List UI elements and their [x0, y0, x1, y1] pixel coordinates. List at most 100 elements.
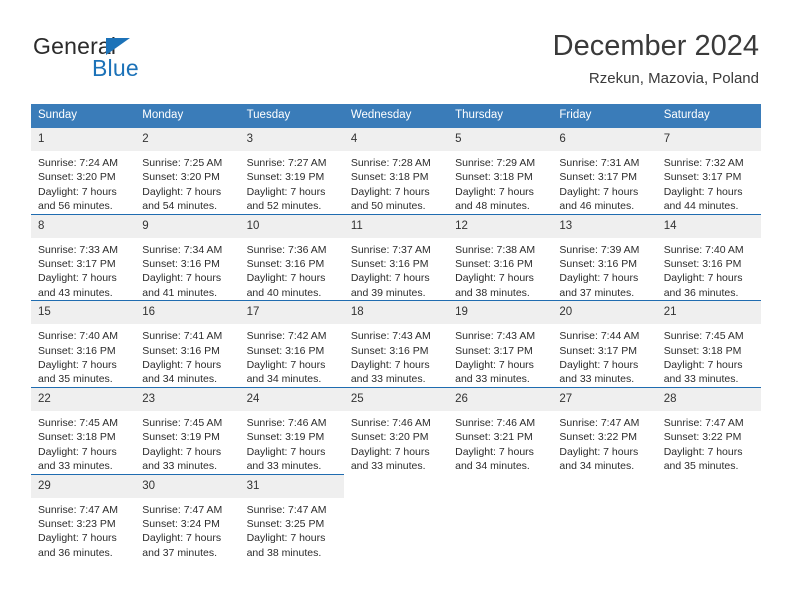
sunrise-text: Sunrise: 7:33 AM: [38, 243, 118, 256]
calendar-day-cell[interactable]: 6 Sunrise: 7:31 AM Sunset: 3:17 PM Daylight…: [552, 128, 657, 214]
day-number: 22: [31, 387, 136, 411]
calendar-day-cell[interactable]: 18 Sunrise: 7:43 AM Sunset: 3:16 PM Dayligh…: [343, 300, 449, 388]
sunset-text: Sunset: 3:21 PM: [455, 431, 533, 444]
sunset-text: Sunset: 3:20 PM: [350, 431, 429, 444]
daylight-text-line2: and 36 minutes.: [663, 286, 739, 299]
day-detail: Sunrise: 7:31 AM Sunset: 3:17 PM Daylight:…: [552, 151, 656, 214]
sunset-text: Sunset: 3:16 PM: [455, 258, 533, 271]
day-detail: Sunrise: 7:38 AM Sunset: 3:16 PM Daylight:…: [448, 238, 552, 301]
brand-logo[interactable]: General Blue: [33, 34, 273, 84]
daylight-text-line2: and 33 minutes.: [455, 373, 530, 386]
calendar-day-cell[interactable]: 9 Sunrise: 7:34 AM Sunset: 3:16 PM Daylight…: [135, 213, 240, 301]
daylight-text-line2: and 34 minutes.: [455, 460, 530, 473]
calendar-day-cell[interactable]: 21 Sunrise: 7:45 AM Sunset: 3:18 PM Dayligh…: [656, 300, 761, 388]
daylight-text-line1: Daylight: 7 hours: [246, 359, 326, 372]
calendar-day-cell[interactable]: 11 Sunrise: 7:37 AM Sunset: 3:16 PM Dayligh…: [343, 213, 449, 301]
calendar-day-cell[interactable]: 23 Sunrise: 7:45 AM Sunset: 3:19 PM Dayligh…: [135, 386, 240, 474]
day-number: 29: [31, 474, 136, 498]
sunset-text: Sunset: 3:17 PM: [559, 344, 638, 357]
calendar-table: Sunday Monday Tuesday Wednesday Thursday…: [31, 104, 761, 561]
calendar-page: General Blue December 2024 Rzekun, Mazov…: [0, 0, 792, 612]
calendar-day-cell[interactable]: 24 Sunrise: 7:46 AM Sunset: 3:19 PM Dayligh…: [239, 386, 344, 474]
sunset-text: Sunset: 3:18 PM: [455, 171, 533, 184]
calendar-day-cell[interactable]: 22 Sunrise: 7:45 AM Sunset: 3:18 PM Dayligh…: [31, 386, 136, 474]
weekday-header-thursday: Thursday: [448, 104, 553, 128]
sunrise-text: Sunrise: 7:40 AM: [663, 243, 744, 256]
day-number: 14: [656, 214, 761, 238]
day-number: 7: [656, 128, 761, 151]
calendar-day-cell[interactable]: 1 Sunrise: 7:24 AM Sunset: 3:20 PM Daylight…: [31, 128, 136, 214]
calendar-day-cell[interactable]: 3 Sunrise: 7:27 AM Sunset: 3:19 PM Daylight…: [239, 128, 344, 214]
sunset-text: Sunset: 3:18 PM: [38, 431, 116, 444]
daylight-text-line2: and 33 minutes.: [350, 460, 426, 473]
day-number: 3: [239, 128, 344, 151]
calendar-day-cell[interactable]: 20 Sunrise: 7:44 AM Sunset: 3:17 PM Dayligh…: [552, 300, 657, 388]
sunset-text: Sunset: 3:16 PM: [350, 344, 429, 357]
weekday-header-monday: Monday: [135, 104, 240, 128]
day-number: 19: [448, 301, 553, 325]
calendar-day-cell[interactable]: 16 Sunrise: 7:41 AM Sunset: 3:16 PM Dayligh…: [135, 300, 240, 388]
daylight-text-line1: Daylight: 7 hours: [38, 445, 117, 458]
calendar-day-cell-empty: [344, 474, 448, 560]
calendar-day-cell[interactable]: 27 Sunrise: 7:47 AM Sunset: 3:22 PM Dayligh…: [552, 386, 657, 474]
sunrise-text: Sunrise: 7:25 AM: [142, 157, 223, 169]
sunset-text: Sunset: 3:18 PM: [350, 171, 429, 184]
calendar-day-cell[interactable]: 5 Sunrise: 7:29 AM Sunset: 3:18 PM Daylight…: [448, 128, 553, 214]
sunrise-text: Sunrise: 7:47 AM: [142, 503, 223, 516]
weekday-header-saturday: Saturday: [656, 104, 761, 128]
calendar-header-row: Sunday Monday Tuesday Wednesday Thursday…: [31, 104, 761, 128]
calendar-day-cell[interactable]: 19 Sunrise: 7:43 AM Sunset: 3:17 PM Dayligh…: [448, 300, 553, 388]
daylight-text-line2: and 40 minutes.: [246, 286, 322, 299]
day-detail: Sunrise: 7:45 AM Sunset: 3:19 PM Daylight:…: [135, 411, 239, 474]
sunset-text: Sunset: 3:16 PM: [142, 258, 220, 271]
daylight-text-line1: Daylight: 7 hours: [38, 532, 117, 545]
sunrise-text: Sunrise: 7:46 AM: [350, 416, 431, 429]
sunset-text: Sunset: 3:16 PM: [350, 258, 429, 271]
calendar-day-cell[interactable]: 4 Sunrise: 7:28 AM Sunset: 3:18 PM Daylight…: [343, 128, 449, 214]
calendar-day-cell[interactable]: 13 Sunrise: 7:39 AM Sunset: 3:16 PM Dayligh…: [552, 213, 657, 301]
day-number: 30: [135, 474, 240, 498]
day-detail: Sunrise: 7:42 AM Sunset: 3:16 PM Daylight:…: [240, 324, 344, 387]
day-detail: Sunrise: 7:34 AM Sunset: 3:16 PM Daylight:…: [135, 238, 239, 301]
day-number: 5: [448, 128, 553, 151]
calendar-day-cell[interactable]: 14 Sunrise: 7:40 AM Sunset: 3:16 PM Dayligh…: [656, 213, 761, 301]
calendar-day-cell[interactable]: 8 Sunrise: 7:33 AM Sunset: 3:17 PM Daylight…: [31, 213, 136, 301]
calendar-day-cell[interactable]: 26 Sunrise: 7:46 AM Sunset: 3:21 PM Dayligh…: [448, 386, 553, 474]
day-detail: Sunrise: 7:32 AM Sunset: 3:17 PM Daylight:…: [657, 151, 761, 214]
calendar-day-cell[interactable]: 28 Sunrise: 7:47 AM Sunset: 3:22 PM Dayligh…: [656, 386, 761, 474]
calendar-day-cell[interactable]: 25 Sunrise: 7:46 AM Sunset: 3:20 PM Dayligh…: [343, 386, 449, 474]
sunrise-text: Sunrise: 7:36 AM: [246, 243, 327, 256]
daylight-text-line1: Daylight: 7 hours: [663, 445, 743, 458]
day-detail: Sunrise: 7:47 AM Sunset: 3:24 PM Daylight:…: [135, 498, 239, 561]
calendar-day-cell[interactable]: 30 Sunrise: 7:47 AM Sunset: 3:24 PM Dayligh…: [135, 473, 240, 561]
day-number: 17: [239, 301, 344, 325]
sunset-text: Sunset: 3:19 PM: [246, 171, 325, 184]
sunset-text: Sunset: 3:23 PM: [38, 517, 116, 530]
day-detail: Sunrise: 7:36 AM Sunset: 3:16 PM Daylight:…: [240, 238, 344, 301]
day-detail: Sunrise: 7:29 AM Sunset: 3:18 PM Daylight:…: [448, 151, 552, 214]
calendar-day-cell[interactable]: 15 Sunrise: 7:40 AM Sunset: 3:16 PM Dayligh…: [31, 300, 136, 388]
sunset-text: Sunset: 3:16 PM: [246, 258, 325, 271]
calendar-day-cell[interactable]: 12 Sunrise: 7:38 AM Sunset: 3:16 PM Dayligh…: [448, 213, 553, 301]
sunrise-text: Sunrise: 7:40 AM: [38, 330, 118, 343]
sunrise-text: Sunrise: 7:39 AM: [559, 243, 640, 256]
page-header: General Blue December 2024 Rzekun, Mazov…: [0, 0, 792, 100]
daylight-text-line2: and 46 minutes.: [559, 200, 635, 213]
daylight-text-line2: and 33 minutes.: [142, 460, 217, 473]
sunset-text: Sunset: 3:16 PM: [663, 258, 742, 271]
calendar-day-cell[interactable]: 7 Sunrise: 7:32 AM Sunset: 3:17 PM Daylight…: [656, 128, 761, 214]
daylight-text-line1: Daylight: 7 hours: [350, 359, 430, 372]
calendar-day-cell[interactable]: 29 Sunrise: 7:47 AM Sunset: 3:23 PM Dayligh…: [31, 473, 136, 561]
calendar-day-cell[interactable]: 31 Sunrise: 7:47 AM Sunset: 3:25 PM Dayligh…: [239, 473, 344, 561]
sunset-text: Sunset: 3:19 PM: [142, 431, 220, 444]
daylight-text-line1: Daylight: 7 hours: [142, 359, 222, 372]
calendar-day-cell[interactable]: 2 Sunrise: 7:25 AM Sunset: 3:20 PM Daylight…: [135, 128, 240, 214]
sunrise-text: Sunrise: 7:28 AM: [350, 157, 431, 169]
page-title: December 2024: [552, 30, 759, 62]
daylight-text-line2: and 34 minutes.: [246, 373, 322, 386]
daylight-text-line1: Daylight: 7 hours: [455, 272, 534, 285]
calendar-day-cell[interactable]: 17 Sunrise: 7:42 AM Sunset: 3:16 PM Dayligh…: [239, 300, 344, 388]
sunrise-text: Sunrise: 7:29 AM: [455, 157, 536, 169]
calendar-day-cell[interactable]: 10 Sunrise: 7:36 AM Sunset: 3:16 PM Dayligh…: [239, 213, 344, 301]
sunrise-text: Sunrise: 7:47 AM: [663, 416, 744, 429]
